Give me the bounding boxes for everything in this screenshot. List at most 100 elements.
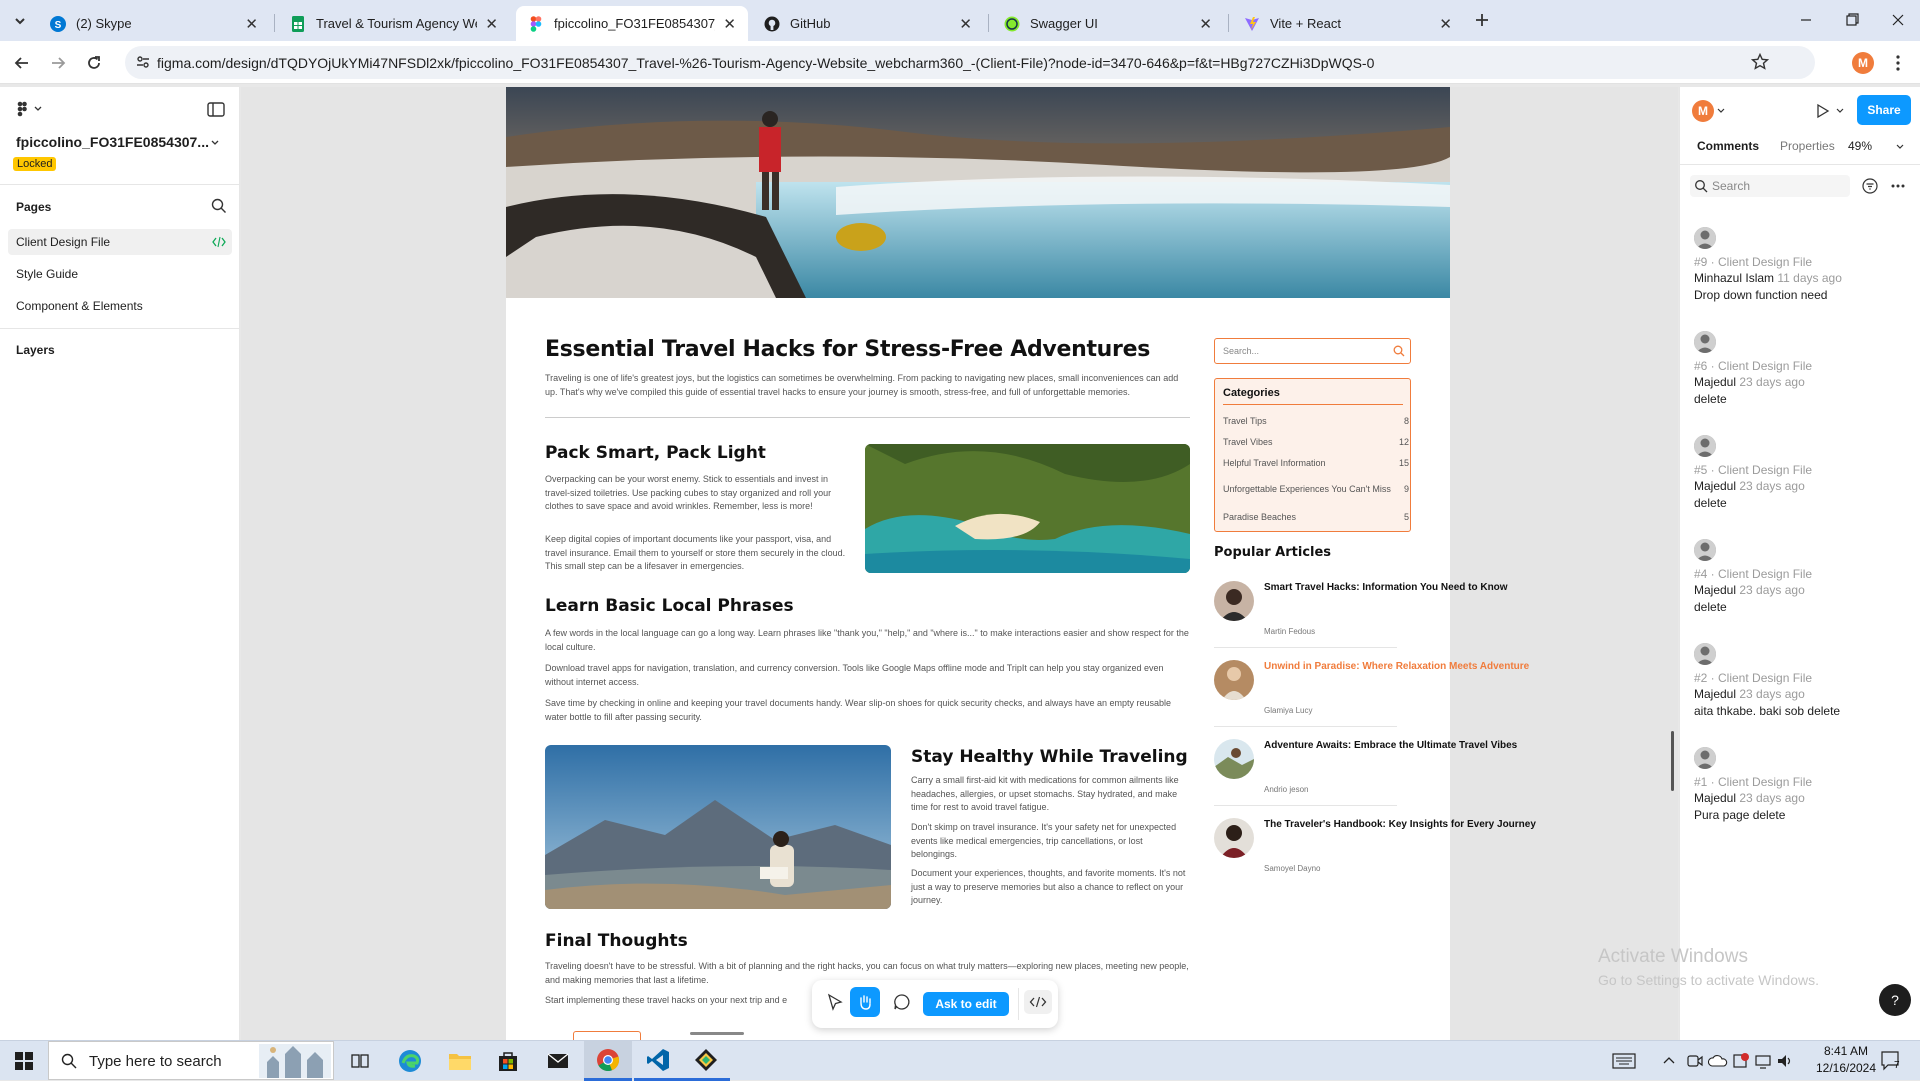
url-text[interactable]: figma.com/design/dTQDYOjUkYMi47NFSDl2xk/… — [157, 55, 1374, 71]
close-window-icon[interactable] — [1888, 10, 1908, 30]
help-button[interactable]: ? — [1879, 984, 1911, 1016]
popular-article-item[interactable]: Adventure Awaits: Embrace the Ultimate T… — [1214, 739, 1517, 819]
blog-search-icon[interactable] — [1393, 345, 1405, 357]
comment-item[interactable]: #2 · Client Design File Majedul 23 days … — [1694, 643, 1904, 718]
restore-icon[interactable] — [1842, 10, 1862, 30]
popular-article-item[interactable]: Unwind in Paradise: Where Relaxation Mee… — [1214, 660, 1529, 740]
comment-item[interactable]: #1 · Client Design File Majedul 23 days … — [1694, 747, 1904, 822]
browser-tab-github[interactable]: GitHub ✕ — [752, 6, 984, 41]
section-stay-healthy-p1: Carry a small first-aid kit with medicat… — [911, 775, 1179, 812]
dev-mode-code-icon[interactable] — [212, 236, 226, 248]
bookmark-star-icon[interactable] — [1751, 53, 1769, 71]
file-explorer-icon[interactable] — [436, 1041, 484, 1081]
vscode-icon[interactable] — [634, 1041, 682, 1081]
filter-icon[interactable] — [1862, 178, 1878, 194]
tab-search-dropdown-icon[interactable] — [10, 11, 30, 31]
tab-comments[interactable]: Comments — [1697, 139, 1759, 153]
file-menu-chevron-icon[interactable] — [209, 137, 221, 149]
browser-tab-swagger[interactable]: Swagger UI ✕ — [992, 6, 1224, 41]
comment-tool-icon[interactable] — [890, 990, 914, 1014]
new-tab-button[interactable] — [1472, 10, 1492, 30]
close-tab-icon[interactable]: ✕ — [485, 15, 498, 33]
minimize-icon[interactable] — [1796, 10, 1816, 30]
edge-icon[interactable] — [386, 1041, 434, 1081]
present-menu-chevron-icon[interactable] — [1835, 106, 1845, 116]
clock-time[interactable]: 8:41 AM — [1810, 1044, 1882, 1058]
network-icon[interactable] — [1754, 1053, 1772, 1069]
comment-item[interactable]: #5 · Client Design File Majedul 23 days … — [1694, 435, 1904, 510]
mail-icon[interactable] — [534, 1041, 582, 1081]
user-avatar[interactable]: M — [1692, 100, 1714, 122]
task-view-icon[interactable] — [336, 1041, 384, 1081]
close-tab-icon[interactable]: ✕ — [959, 15, 972, 33]
profile-avatar[interactable]: M — [1852, 52, 1874, 74]
hand-tool-icon[interactable] — [850, 987, 880, 1017]
meet-now-icon[interactable] — [1686, 1053, 1704, 1069]
category-item[interactable]: Travel Vibes 12 — [1223, 431, 1409, 452]
ask-to-edit-button[interactable]: Ask to edit — [923, 992, 1009, 1016]
taskbar-search-box[interactable]: Type here to search — [48, 1041, 334, 1080]
close-tab-icon[interactable]: ✕ — [1199, 15, 1212, 33]
browser-tab-vite[interactable]: Vite + React ✕ — [1232, 6, 1464, 41]
category-item[interactable]: Travel Tips 8 — [1223, 410, 1409, 431]
zoom-level[interactable]: 49% — [1848, 139, 1872, 153]
chrome-icon[interactable] — [584, 1041, 632, 1081]
show-hidden-icons-chevron[interactable] — [1661, 1053, 1677, 1069]
present-play-icon[interactable] — [1813, 102, 1831, 120]
volume-icon[interactable] — [1776, 1053, 1794, 1069]
onedrive-icon[interactable] — [1708, 1053, 1728, 1069]
security-alert-icon[interactable] — [1732, 1053, 1750, 1069]
page-item-style-guide[interactable]: Style Guide — [8, 261, 232, 287]
canvas-scrollbar[interactable] — [1671, 731, 1674, 791]
browser-tab-skype[interactable]: S (2) Skype ✕ — [38, 6, 270, 41]
browser-tab-figma[interactable]: fpiccolino_FO31FE0854307_Tra ✕ — [516, 6, 748, 41]
page-item-client-design-file[interactable]: Client Design File — [8, 229, 232, 255]
forward-icon[interactable] — [48, 53, 68, 73]
layers-heading: Layers — [16, 343, 55, 357]
popular-article-item[interactable]: Smart Travel Hacks: Information You Need… — [1214, 581, 1508, 661]
popular-article-item[interactable]: The Traveler's Handbook: Key Insights fo… — [1214, 818, 1536, 898]
horizontal-scrollbar[interactable] — [690, 1032, 744, 1035]
pages-search-icon[interactable] — [211, 198, 227, 214]
close-tab-icon[interactable]: ✕ — [245, 15, 258, 33]
category-item[interactable]: Helpful Travel Information 15 — [1223, 452, 1409, 473]
tab-properties[interactable]: Properties — [1780, 139, 1835, 153]
more-options-icon[interactable] — [1890, 178, 1906, 194]
dev-mode-toggle-icon[interactable] — [1024, 990, 1052, 1014]
category-item[interactable]: Paradise Beaches 5 — [1223, 506, 1409, 527]
user-menu-chevron-icon[interactable] — [1716, 106, 1726, 116]
browser-menu-icon[interactable] — [1888, 53, 1908, 73]
comment-item[interactable]: #4 · Client Design File Majedul 23 days … — [1694, 539, 1904, 614]
clock-date[interactable]: 12/16/2024 — [1810, 1061, 1882, 1075]
figma-canvas[interactable]: Essential Travel Hacks for Stress-Free A… — [241, 87, 1678, 1040]
toggle-sidebar-icon[interactable] — [207, 102, 225, 118]
figma-main-menu-icon[interactable] — [16, 101, 44, 117]
keyboard-icon[interactable] — [1612, 1053, 1636, 1069]
start-button[interactable] — [0, 1041, 48, 1081]
browser-tab-sheets[interactable]: Travel & Tourism Agency Websi ✕ — [278, 6, 510, 41]
file-name[interactable]: fpiccolino_FO31FE0854307... — [16, 134, 209, 150]
section-pack-smart-p2: Keep digital copies of important documen… — [545, 534, 846, 571]
blog-search-box[interactable]: Search... — [1214, 338, 1411, 364]
zoom-chevron-icon[interactable] — [1895, 142, 1905, 152]
back-icon[interactable] — [12, 53, 32, 73]
category-item[interactable]: Unforgettable Experiences You Can't Miss… — [1223, 475, 1409, 503]
reload-icon[interactable] — [84, 53, 104, 73]
comment-item[interactable]: #6 · Client Design File Majedul 23 days … — [1694, 331, 1904, 406]
address-bar[interactable]: figma.com/design/dTQDYOjUkYMi47NFSDl2xk/… — [125, 46, 1815, 79]
close-tab-icon[interactable]: ✕ — [723, 15, 736, 33]
notifications-icon[interactable]: 7 — [1880, 1050, 1904, 1072]
category-count: 5 — [1403, 511, 1409, 522]
figma-desktop-icon[interactable] — [682, 1041, 730, 1081]
site-info-icon[interactable] — [135, 54, 151, 70]
category-count: 12 — [1398, 436, 1409, 447]
share-button[interactable]: Share — [1857, 95, 1911, 125]
comment-item[interactable]: #9 · Client Design File Minhazul Islam 1… — [1694, 227, 1904, 302]
move-tool-icon[interactable] — [823, 990, 847, 1014]
close-tab-icon[interactable]: ✕ — [1439, 15, 1452, 33]
comments-search-input[interactable]: Search — [1690, 175, 1850, 197]
microsoft-store-icon[interactable] — [484, 1041, 532, 1081]
design-artboard[interactable]: Essential Travel Hacks for Stress-Free A… — [506, 87, 1536, 1040]
page-item-component-elements[interactable]: Component & Elements — [8, 293, 232, 319]
article-author: Samoyel Dayno — [1264, 864, 1321, 873]
